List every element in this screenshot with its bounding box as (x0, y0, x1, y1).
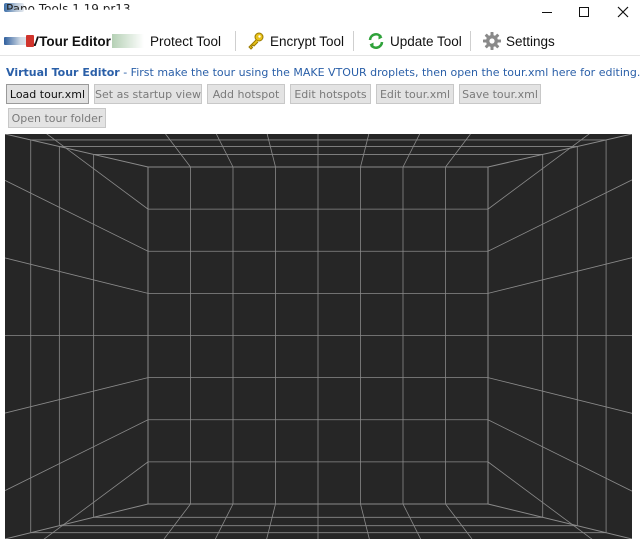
grid-line (165, 134, 191, 168)
title-bar: Pano Tools 1.19.pr13 (0, 0, 640, 24)
grid-line (360, 503, 370, 539)
grid-line (5, 377, 149, 414)
grid-line (487, 461, 593, 539)
grid-line (360, 134, 370, 168)
minimize-button[interactable] (527, 0, 567, 24)
tab-update-tool[interactable]: Update Tool (366, 28, 462, 54)
open-tour-folder-button[interactable]: Open tour folder (8, 108, 106, 128)
grid-line (487, 257, 632, 294)
close-icon (617, 6, 629, 18)
grid-line (266, 134, 276, 168)
grid-line (5, 257, 149, 294)
grid-line (402, 503, 422, 539)
grid-line (487, 377, 632, 414)
edit-hotspots-button[interactable]: Edit hotspots (290, 84, 371, 104)
save-tour-button[interactable]: Save tour.xml (459, 84, 541, 104)
description-text: - First make the tour using the MAKE VTO… (119, 66, 640, 79)
tab-vtour-editor[interactable]: VTour Editor (4, 28, 144, 54)
tab-label: Update Tool (390, 33, 462, 49)
tab-encrypt-tool[interactable]: Encrypt Tool (246, 28, 344, 54)
grid-line (487, 503, 632, 539)
grid-line (5, 503, 149, 539)
grid-line (163, 503, 191, 539)
grid-line (215, 134, 234, 168)
tab-label: VTour Editor (30, 33, 111, 49)
tab-protect-tool[interactable]: Protect Tool (150, 28, 221, 54)
grid-line (487, 134, 632, 168)
tab-label: Protect Tool (150, 33, 222, 49)
add-hotspot-button[interactable]: Add hotspot (207, 84, 285, 104)
vtour-logo-icon (4, 35, 35, 47)
grid-line (214, 503, 234, 539)
grid-line (266, 503, 276, 539)
grid-line (487, 134, 590, 210)
minimize-icon (542, 11, 552, 13)
tab-separator (470, 31, 471, 51)
grid-line (487, 419, 632, 492)
grid-line (402, 134, 421, 168)
panorama-viewer[interactable] (5, 134, 632, 539)
grid-line (5, 419, 149, 491)
close-button[interactable] (603, 0, 640, 24)
grid-line (5, 134, 149, 168)
refresh-icon (366, 31, 386, 51)
gear-icon (482, 31, 502, 51)
tab-separator (235, 31, 236, 51)
key-icon (246, 31, 266, 51)
grid-line (445, 134, 471, 168)
grid-line (487, 179, 632, 252)
load-tour-button[interactable]: Load tour.xml (6, 84, 89, 104)
tab-label: Settings (506, 33, 555, 49)
grid-line (43, 461, 149, 539)
window-title: Pano Tools 1.19.pr13 (6, 2, 131, 16)
edit-tour-button[interactable]: Edit tour.xml (376, 84, 454, 104)
description-title: Virtual Tour Editor (6, 66, 120, 79)
maximize-button[interactable] (564, 0, 604, 24)
maximize-icon (579, 7, 589, 17)
tab-settings[interactable]: Settings (482, 28, 555, 54)
grid-line (445, 503, 473, 539)
set-startup-view-button[interactable]: Set as startup view (94, 84, 202, 104)
panorama-grid (5, 134, 632, 539)
tab-label: Encrypt Tool (270, 33, 345, 49)
tab-separator (353, 31, 354, 51)
tool-tabs: VTour Editor Protect Tool Encrypt Tool U… (0, 26, 640, 56)
tab-fade-decoration (111, 34, 144, 48)
grid-line (5, 180, 149, 252)
editor-description: Virtual Tour Editor - First make the tou… (6, 66, 640, 79)
grid-line (46, 134, 149, 210)
